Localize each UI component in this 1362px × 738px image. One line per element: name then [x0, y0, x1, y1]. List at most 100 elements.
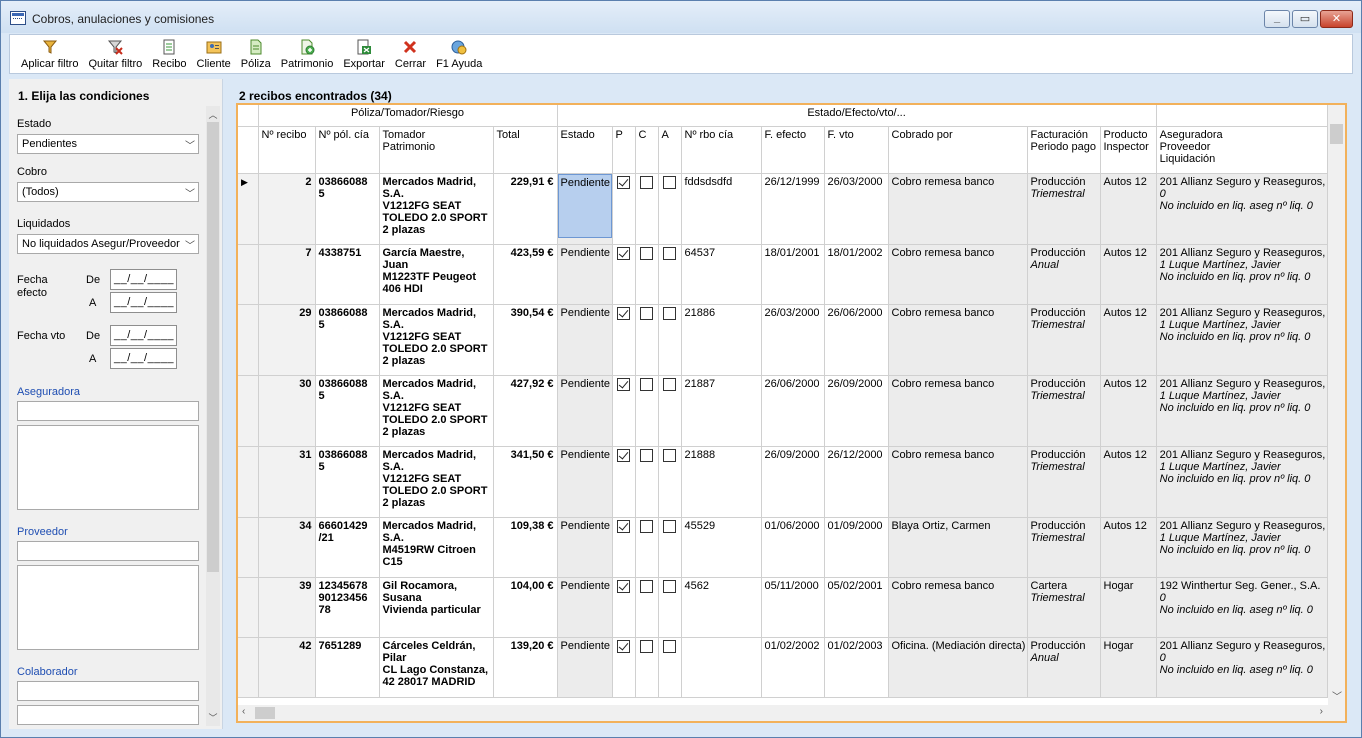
cell-estado[interactable]: Pendiente — [557, 577, 613, 638]
cell-p[interactable] — [612, 446, 636, 518]
col-aseguradora[interactable]: Aseguradora Proveedor Liquidación — [1156, 126, 1328, 174]
cell-recibo[interactable]: 29 — [258, 304, 316, 376]
table-row[interactable]: 31 03866088 5 Mercados Madrid, S.A. V1212FG S… — [238, 446, 1328, 518]
cell-efecto[interactable]: 26/03/2000 — [761, 304, 825, 376]
cell-aseguradora[interactable]: 201 Allianz Seguro y Reaseguros, 1 Luque … — [1156, 375, 1328, 447]
cell-a[interactable] — [658, 637, 682, 698]
cell-cobrado[interactable]: Cobro remesa banco — [888, 375, 1028, 447]
toolbar-button-cerrar[interactable]: Cerrar — [390, 35, 431, 73]
cell-cobrado[interactable]: Oficina. (Mediación directa) — [888, 637, 1028, 698]
c-checkbox[interactable] — [640, 519, 653, 533]
cell-efecto[interactable]: 01/06/2000 — [761, 517, 825, 578]
c-checkbox[interactable] — [640, 246, 653, 260]
col-producto[interactable]: Producto Inspector — [1100, 126, 1157, 174]
filter-scrollbar[interactable]: ︿ ﹀ — [206, 106, 220, 726]
cell-aseguradora[interactable]: 201 Allianz Seguro y Reaseguros, 0 No incl… — [1156, 637, 1328, 698]
aseguradora-list[interactable] — [17, 425, 199, 510]
cell-tomador[interactable]: Gil Rocamora, Susana Vivienda particular — [379, 577, 494, 638]
cell-facturacion[interactable]: Cartera Triemestral — [1027, 577, 1101, 638]
cell-estado[interactable]: Pendiente — [557, 244, 613, 305]
cell-vto[interactable]: 01/02/2003 — [824, 637, 889, 698]
cell-pol[interactable]: 03866088 5 — [315, 173, 380, 245]
liquidados-select[interactable]: No liquidados Asegur/Proveedor ﹀ — [17, 234, 199, 254]
cell-cobrado[interactable]: Cobro remesa banco — [888, 446, 1028, 518]
cell-vto[interactable]: 26/06/2000 — [824, 304, 889, 376]
a-checkbox[interactable] — [663, 377, 676, 391]
cell-rbo[interactable]: 21888 — [681, 446, 762, 518]
table-row[interactable]: 29 03866088 5 Mercados Madrid, S.A. V1212FG S… — [238, 304, 1328, 376]
toolbar-button-p-liza[interactable]: Póliza — [236, 35, 276, 73]
proveedor-input[interactable] — [17, 541, 199, 561]
cell-a[interactable] — [658, 446, 682, 518]
c-checkbox[interactable] — [640, 639, 653, 653]
cell-producto[interactable]: Autos 12 — [1100, 244, 1157, 305]
cell-rbo[interactable]: 4562 — [681, 577, 762, 638]
cell-estado[interactable]: Pendiente — [557, 304, 613, 376]
cell-total[interactable]: 109,38 € — [493, 517, 558, 578]
row-header[interactable] — [238, 375, 259, 447]
cell-facturacion[interactable]: Producción Triemestral — [1027, 173, 1101, 245]
a-checkbox[interactable] — [663, 639, 676, 653]
p-checkbox[interactable] — [617, 377, 630, 391]
cell-facturacion[interactable]: Producción Triemestral — [1027, 446, 1101, 518]
cell-cobrado[interactable]: Cobro remesa banco — [888, 173, 1028, 245]
p-checkbox[interactable] — [617, 306, 630, 320]
cell-aseguradora[interactable]: 192 Winthertur Seg. Gener., S.A. 0 No incl… — [1156, 577, 1328, 638]
cell-efecto[interactable]: 01/02/2002 — [761, 637, 825, 698]
cell-total[interactable]: 104,00 € — [493, 577, 558, 638]
cell-producto[interactable]: Autos 12 — [1100, 375, 1157, 447]
minimize-button[interactable]: _ — [1264, 10, 1290, 28]
cell-rbo[interactable]: fddsdsdfd — [681, 173, 762, 245]
cell-vto[interactable]: 01/09/2000 — [824, 517, 889, 578]
a-checkbox[interactable] — [663, 448, 676, 462]
row-header[interactable] — [238, 517, 259, 578]
row-header[interactable] — [238, 304, 259, 376]
row-header[interactable] — [238, 244, 259, 305]
cell-c[interactable] — [635, 637, 659, 698]
cell-p[interactable] — [612, 517, 636, 578]
cell-c[interactable] — [635, 244, 659, 305]
cell-pol[interactable]: 7651289 — [315, 637, 380, 698]
cell-vto[interactable]: 18/01/2002 — [824, 244, 889, 305]
cell-vto[interactable]: 05/02/2001 — [824, 577, 889, 638]
toolbar-button-patrimonio[interactable]: Patrimonio — [276, 35, 339, 73]
c-checkbox[interactable] — [640, 377, 653, 391]
cell-c[interactable] — [635, 517, 659, 578]
c-checkbox[interactable] — [640, 175, 653, 189]
cell-producto[interactable]: Autos 12 — [1100, 304, 1157, 376]
col-c[interactable]: C — [635, 126, 659, 174]
cell-facturacion[interactable]: Producción Triemestral — [1027, 375, 1101, 447]
cell-facturacion[interactable]: Producción Anual — [1027, 637, 1101, 698]
col-pol[interactable]: Nº pól. cía — [315, 126, 380, 174]
grid-vertical-scrollbar[interactable]: ﹀ — [1328, 105, 1345, 705]
cell-estado[interactable]: Pendiente — [557, 375, 613, 447]
cell-aseguradora[interactable]: 201 Allianz Seguro y Reaseguros, 0 No incl… — [1156, 173, 1328, 245]
cell-facturacion[interactable]: Producción Anual — [1027, 244, 1101, 305]
proveedor-list[interactable] — [17, 565, 199, 650]
cell-total[interactable]: 390,54 € — [493, 304, 558, 376]
cell-a[interactable] — [658, 244, 682, 305]
cell-recibo[interactable]: 39 — [258, 577, 316, 638]
grid-vscroll-thumb[interactable] — [1330, 124, 1343, 144]
p-checkbox[interactable] — [617, 175, 630, 189]
cell-tomador[interactable]: García Maestre, Juan M1223TF Peugeot 406 HD… — [379, 244, 494, 305]
vto-to-input[interactable]: __/__/____ — [110, 348, 177, 369]
close-window-button[interactable]: ✕ — [1320, 10, 1353, 28]
a-checkbox[interactable] — [663, 519, 676, 533]
cell-tomador[interactable]: Mercados Madrid, S.A. V1212FG SEAT TOLEDO 2… — [379, 304, 494, 376]
cell-total[interactable]: 229,91 € — [493, 173, 558, 245]
cell-producto[interactable]: Hogar — [1100, 637, 1157, 698]
cell-efecto[interactable]: 26/09/2000 — [761, 446, 825, 518]
col-estado[interactable]: Estado — [557, 126, 613, 174]
a-checkbox[interactable] — [663, 175, 676, 189]
cell-total[interactable]: 427,92 € — [493, 375, 558, 447]
cell-rbo[interactable]: 21886 — [681, 304, 762, 376]
toolbar-button-cliente[interactable]: Cliente — [192, 35, 236, 73]
cell-pol[interactable]: 03866088 5 — [315, 304, 380, 376]
cell-rbo[interactable] — [681, 637, 762, 698]
cell-cobrado[interactable]: Cobro remesa banco — [888, 244, 1028, 305]
col-p[interactable]: P — [612, 126, 636, 174]
cell-c[interactable] — [635, 304, 659, 376]
aseguradora-input[interactable] — [17, 401, 199, 421]
cell-c[interactable] — [635, 173, 659, 245]
